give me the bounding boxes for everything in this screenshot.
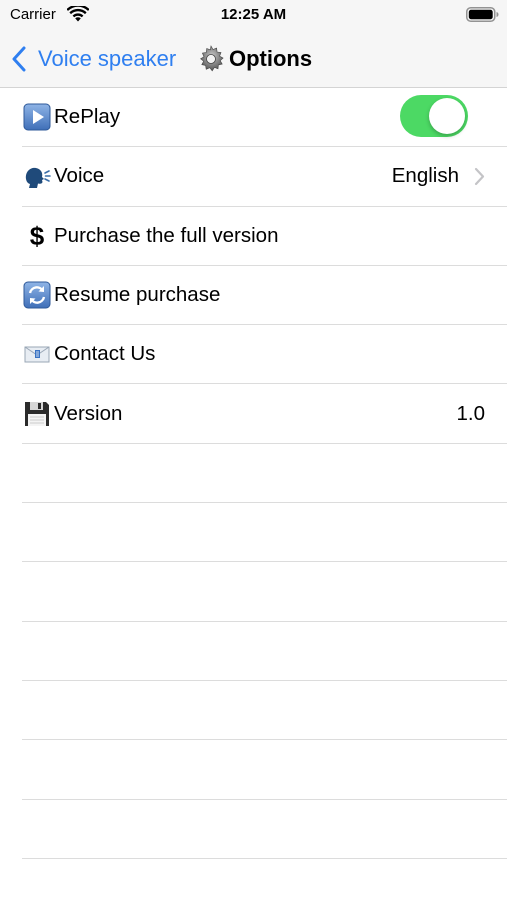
list-item-purchase[interactable]: $ Purchase the full version [22,207,507,266]
voice-label: Voice [54,164,105,188]
list-item-resume-purchase[interactable]: Resume purchase [22,266,507,326]
empty-row [22,503,507,563]
options-screen: Carrier 12:25 AM Voice speaker Options R… [0,0,507,900]
replay-toggle[interactable] [400,95,468,137]
empty-row [22,562,507,622]
voice-value: English [391,164,459,188]
page-title: Options [196,43,312,75]
page-title-text: Options [229,46,313,71]
replay-label: RePlay [54,105,121,129]
envelope-icon [22,339,52,369]
navigation-bar: Voice speaker Options [0,32,507,88]
resume-purchase-label: Resume purchase [54,283,221,307]
status-bar: Carrier 12:25 AM [0,0,507,32]
speaking-head-icon [22,161,52,191]
empty-row [22,622,507,681]
list-item-replay: RePlay [22,88,507,148]
empty-row [22,444,507,504]
battery-icon [466,7,499,22]
refresh-icon [22,280,52,310]
list-item-version: Version 1.0 [22,384,507,444]
dollar-sign-icon: $ [29,220,45,251]
version-value: 1.0 [456,401,486,425]
clock: 12:25 AM [220,6,287,23]
list-item-voice[interactable]: Voice English [22,147,507,207]
toggle-knob [429,98,465,134]
back-button[interactable]: Voice speaker [10,43,176,75]
empty-row [22,740,507,800]
empty-row [22,681,507,741]
back-button-label: Voice speaker [38,46,177,71]
purchase-label: Purchase the full version [54,223,279,247]
contact-us-label: Contact Us [54,342,156,366]
list-item-contact-us[interactable]: Contact Us [22,325,507,385]
options-table: RePlay Voice English $ Purchase the full… [0,88,507,859]
version-label: Version [54,401,123,425]
chevron-right-icon [474,168,485,186]
floppy-disk-icon [22,399,52,429]
chevron-left-icon [12,46,26,72]
gear-icon [200,45,224,72]
empty-row [22,800,507,859]
play-button-icon [22,102,52,132]
